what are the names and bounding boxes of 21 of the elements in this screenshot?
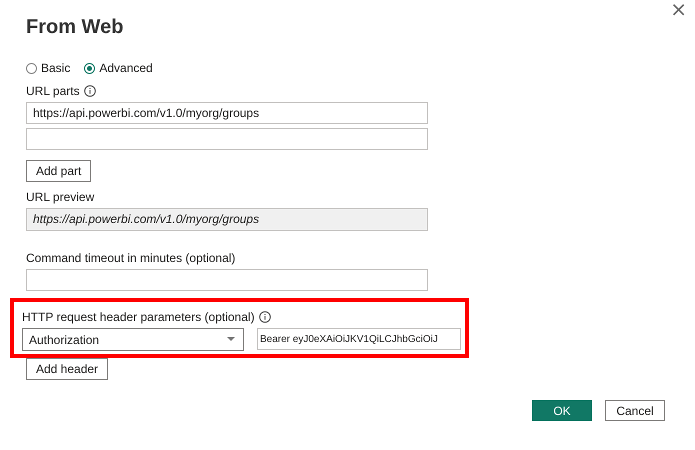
add-header-button[interactable]: Add header <box>26 358 108 380</box>
url-part-field[interactable] <box>26 128 428 150</box>
caret-icon <box>227 337 235 342</box>
url-preview-field: https://api.powerbi.com/v1.0/myorg/groups <box>26 208 428 231</box>
header-name-dropdown[interactable]: Authorization <box>22 328 244 351</box>
cancel-button[interactable]: Cancel <box>605 400 665 421</box>
close-button[interactable]: × <box>670 0 687 18</box>
field-label: URL parts <box>26 84 80 98</box>
url-part-field[interactable]: https://api.powerbi.com/v1.0/myorg/groups <box>26 102 428 124</box>
field-label: HTTP request header parameters (optional) <box>22 310 255 324</box>
ok-button[interactable]: OK <box>532 400 592 421</box>
field-label: URL preview <box>26 190 94 204</box>
dialog-title: From Web <box>26 16 124 39</box>
info-icon[interactable] <box>258 311 271 323</box>
radio-option[interactable]: Advanced <box>84 60 153 76</box>
header-value-field[interactable]: Bearer eyJ0eXAiOiJKV1QiLCJhbGciOiJ <box>257 328 461 350</box>
field-label: Command timeout in minutes (optional) <box>26 251 236 265</box>
timeout-field[interactable] <box>26 269 428 291</box>
add-part-button[interactable]: Add part <box>26 160 92 182</box>
radio-option[interactable]: Basic <box>26 60 70 76</box>
info-icon[interactable] <box>84 85 96 97</box>
